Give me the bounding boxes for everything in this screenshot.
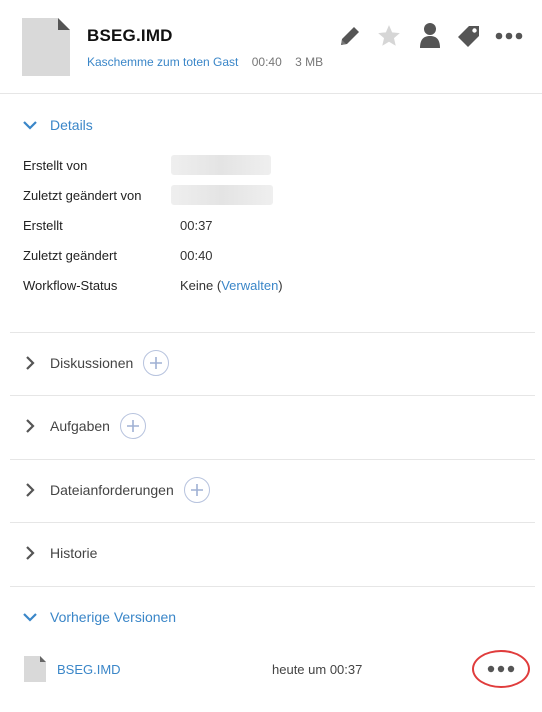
add-task-button[interactable] <box>119 413 146 439</box>
created-label: Erstellt <box>23 218 63 233</box>
section-details-title: Details <box>50 117 93 133</box>
add-discussion-button[interactable] <box>143 350 170 376</box>
section-discussions-header[interactable]: Diskussionen <box>22 350 170 376</box>
file-meta: Kaschemme zum toten Gast 00:40 3 MB <box>87 55 323 69</box>
modified-value: 00:40 <box>180 248 213 263</box>
workflow-label: Workflow-Status <box>23 278 118 293</box>
version-more-button[interactable] <box>472 650 530 688</box>
workflow-value: Keine (Verwalten) <box>180 278 283 293</box>
workflow-suffix: ) <box>278 278 283 293</box>
section-versions-header[interactable]: Vorherige Versionen <box>22 605 176 629</box>
file-time: 00:40 <box>251 55 282 69</box>
more-icon <box>487 665 515 673</box>
person-icon[interactable] <box>416 22 444 50</box>
section-discussions-title: Diskussionen <box>50 355 134 371</box>
section-history-header[interactable]: Historie <box>22 541 97 565</box>
file-size: 3 MB <box>295 55 324 69</box>
created-by-value-redacted <box>171 155 271 175</box>
section-file-requests-header[interactable]: Dateianforderungen <box>22 477 210 503</box>
chevron-right-icon <box>22 545 38 561</box>
plus-icon <box>150 357 163 369</box>
section-tasks-title: Aufgaben <box>50 418 110 434</box>
section-divider <box>10 395 535 396</box>
chevron-right-icon <box>22 355 38 371</box>
section-versions-title: Vorherige Versionen <box>50 609 177 625</box>
file-icon <box>24 656 46 682</box>
section-tasks-header[interactable]: Aufgaben <box>22 413 146 439</box>
section-divider <box>10 332 535 333</box>
file-title: BSEG.IMD <box>87 26 173 45</box>
workflow-status-text: Keine ( <box>180 278 222 293</box>
chevron-right-icon <box>22 418 38 434</box>
section-details-header[interactable]: Details <box>22 113 93 137</box>
header-divider <box>0 93 542 94</box>
file-icon <box>22 18 70 76</box>
version-row[interactable]: BSEG.IMD heute um 00:37 <box>24 650 534 688</box>
modified-by-label: Zuletzt geändert von <box>23 188 142 203</box>
chevron-right-icon <box>22 482 38 498</box>
created-value: 00:37 <box>180 218 213 233</box>
star-icon[interactable] <box>375 22 403 50</box>
modified-label: Zuletzt geändert <box>23 248 117 263</box>
tag-icon[interactable] <box>455 22 483 50</box>
section-divider <box>10 522 535 523</box>
section-divider <box>10 586 535 587</box>
workflow-manage-link[interactable]: Verwalten <box>221 278 278 293</box>
chevron-down-icon <box>22 117 38 133</box>
section-file-requests-title: Dateianforderungen <box>50 482 174 498</box>
created-by-label: Erstellt von <box>23 158 88 173</box>
pencil-icon[interactable] <box>336 22 364 50</box>
version-date: heute um 00:37 <box>272 662 363 677</box>
folder-link[interactable]: Kaschemme zum toten Gast <box>87 55 238 69</box>
section-history-title: Historie <box>50 545 98 561</box>
plus-icon <box>126 420 139 432</box>
section-divider <box>10 459 535 460</box>
modified-by-value-redacted <box>171 185 273 205</box>
version-name-link[interactable]: BSEG.IMD <box>57 662 121 677</box>
plus-icon <box>190 484 203 496</box>
add-file-request-button[interactable] <box>183 477 210 503</box>
more-icon[interactable] <box>494 22 524 50</box>
chevron-down-icon <box>22 609 38 625</box>
